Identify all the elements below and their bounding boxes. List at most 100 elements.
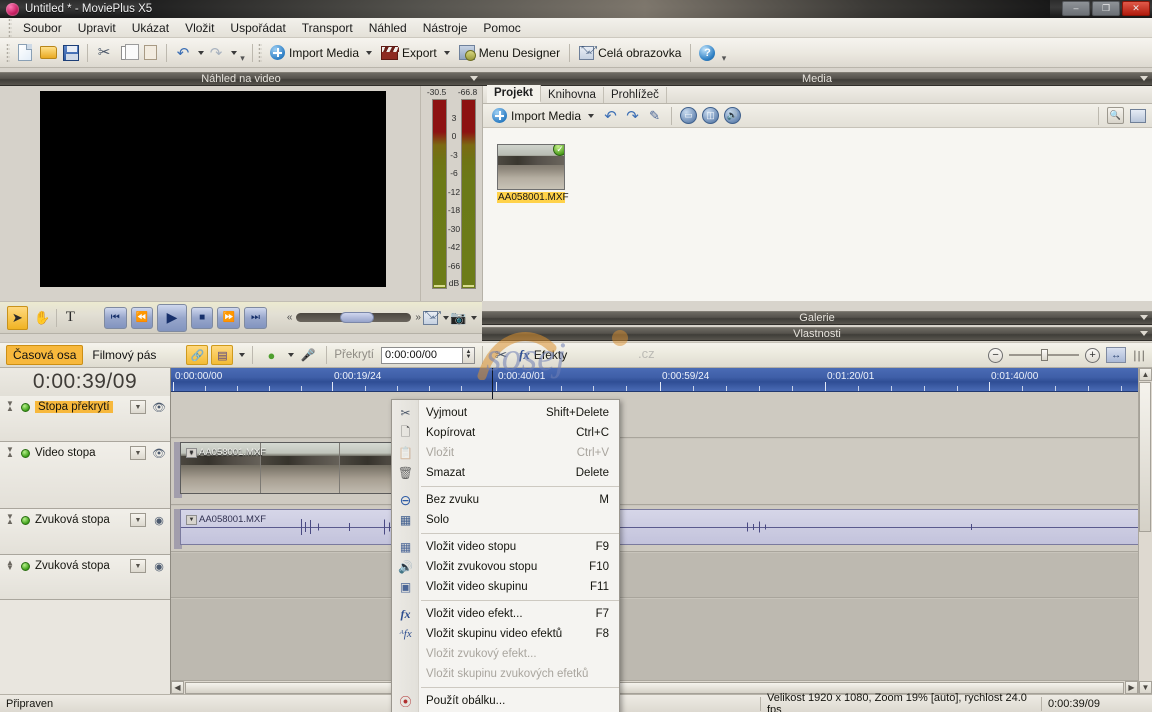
step-back-button[interactable]: ⏪	[130, 306, 154, 329]
skip-to-end-button[interactable]: ⏭	[244, 306, 267, 329]
media-search-button[interactable]: 🔍	[1106, 106, 1125, 125]
track-record-led-icon[interactable]	[21, 515, 30, 525]
menu-transport[interactable]: Transport	[294, 19, 361, 37]
undo-button[interactable]: ↶	[172, 42, 194, 64]
expand-track-icon[interactable]: ▲ ▼	[4, 559, 16, 572]
menu-nastroje[interactable]: Nástroje	[415, 19, 476, 37]
snapshot-dropdown-icon[interactable]	[470, 315, 477, 320]
context-item-kopirovat[interactable]: 🗋 Kopírovat Ctrl+C	[392, 423, 619, 443]
timeline-body[interactable]: 0:00:00/00 0:00:19/24 0:00:40/01 0:00:59…	[171, 368, 1138, 694]
clip-menu-icon[interactable]: ▼	[186, 514, 197, 525]
tab-projekt[interactable]: Projekt	[487, 85, 541, 103]
timeline-ruler[interactable]: 0:00:00/00 0:00:19/24 0:00:40/01 0:00:59…	[171, 368, 1138, 392]
chevron-down-icon[interactable]: ▼	[130, 559, 146, 573]
tab-prohlizec[interactable]: Prohlížeč	[604, 87, 667, 103]
context-item-smazat[interactable]: 🗑 Smazat Delete	[392, 463, 619, 483]
track-record-led-icon[interactable]	[21, 402, 30, 412]
toolbar-overflow-2[interactable]: ▾	[719, 42, 728, 64]
paste-button[interactable]	[139, 42, 161, 64]
preview-panel-menu-icon[interactable]	[470, 76, 478, 81]
voiceover-button[interactable]: 🎤	[297, 344, 319, 366]
galerie-panel-menu-icon[interactable]	[1140, 315, 1148, 320]
shuttle-track[interactable]	[296, 312, 412, 323]
eye-icon[interactable]: 👁	[151, 400, 167, 414]
scroll-right-icon[interactable]: ▶	[1125, 681, 1138, 694]
crossfade-spinner[interactable]: 0:00:00/00 ▲ ▼	[381, 346, 476, 364]
video-preview-canvas[interactable]	[40, 91, 386, 287]
crossfade-input[interactable]: 0:00:00/00	[381, 346, 464, 364]
context-item-solo[interactable]: ▦ Solo	[392, 510, 619, 530]
select-tool-button[interactable]: ➤	[6, 305, 28, 330]
timeline-vertical-scrollbar[interactable]: ▲ ▼	[1138, 368, 1152, 694]
zoom-in-button[interactable]: +	[1085, 347, 1101, 363]
timeline-context-menu[interactable]: ✂ Vyjmout Shift+Delete 🗋 Kopírovat Ctrl+…	[391, 399, 620, 712]
timeline-zoom-slider[interactable]	[1009, 349, 1080, 361]
effects-button[interactable]: fx Efekty	[515, 345, 571, 365]
track-name-video[interactable]: Video stopa	[35, 447, 96, 459]
add-audio-button[interactable]: 🔊	[723, 106, 742, 125]
menu-ukazat[interactable]: Ukázat	[124, 19, 177, 37]
scroll-left-icon[interactable]: ◀	[171, 681, 184, 694]
copy-button[interactable]	[116, 42, 139, 64]
eye-icon[interactable]: 👁	[151, 446, 167, 460]
menu-upravit[interactable]: Upravit	[70, 19, 124, 37]
menu-vlozit[interactable]: Vložit	[177, 19, 222, 37]
track-name-audio-2[interactable]: Zvuková stopa	[35, 560, 110, 572]
track-header-audio-1[interactable]: ▼ ▲ Zvuková stopa ▼ ◉	[0, 509, 170, 555]
track-name-audio-1[interactable]: Zvuková stopa	[35, 514, 110, 526]
context-item-vlozit-video-stopu[interactable]: ▦ Vložit video stopu F9	[392, 537, 619, 557]
export-button[interactable]: Export	[377, 44, 454, 62]
media-edit-button[interactable]: ✎	[645, 106, 664, 125]
media-panel-menu-icon[interactable]	[1140, 76, 1148, 81]
chevron-down-icon[interactable]: ▼	[130, 513, 146, 527]
track-header-audio-2[interactable]: ▲ ▼ Zvuková stopa ▼ ◉	[0, 555, 170, 600]
media-import-dropdown-icon[interactable]	[588, 113, 595, 118]
menubar-grip[interactable]	[8, 17, 12, 38]
track-header-video[interactable]: ▼ ▲ Video stopa ▼ 👁	[0, 442, 170, 509]
undo-dropdown-icon[interactable]	[198, 50, 204, 55]
play-button[interactable]: ▶	[157, 303, 187, 332]
context-item-vyjmout[interactable]: ✂ Vyjmout Shift+Delete	[392, 403, 619, 423]
timeline-clip-audio[interactable]: ▼ AA058001.MXF	[180, 509, 1138, 545]
scroll-down-icon[interactable]: ▼	[1139, 681, 1152, 694]
redo-button[interactable]: ↷	[205, 42, 227, 64]
context-item-vlozit-skupinu-video-efektu[interactable]: ᴬfx Vložit skupinu video efektů F8	[392, 624, 619, 644]
import-media-button[interactable]: Import Media	[266, 43, 376, 62]
crossfade-stepper[interactable]: ▲ ▼	[463, 346, 476, 364]
context-item-bez-zvuku[interactable]: ⊖ Bez zvuku M	[392, 490, 619, 510]
step-forward-button[interactable]: ⏩	[217, 306, 241, 329]
media-grid-view-button[interactable]	[1128, 106, 1147, 125]
link-av-toggle[interactable]: 🔗	[186, 345, 209, 365]
chevron-down-icon[interactable]: ▼	[130, 400, 146, 414]
galerie-panel-header[interactable]: Galerie	[482, 311, 1152, 325]
collapse-track-icon[interactable]: ▼ ▲	[4, 400, 16, 413]
timeline-lane-overlay[interactable]	[171, 392, 1138, 438]
ripple-dropdown-icon[interactable]	[239, 353, 246, 357]
stepper-down-icon[interactable]: ▼	[466, 354, 472, 360]
context-item-pouzit-obalku[interactable]: ⦿ Použít obálku...	[392, 691, 619, 711]
toolbar-grip-2[interactable]	[258, 42, 262, 63]
export-dropdown-icon[interactable]	[443, 50, 450, 55]
redo-dropdown-icon[interactable]	[231, 50, 237, 55]
clip-menu-icon[interactable]: ▼	[186, 447, 197, 458]
tab-timeline[interactable]: Časová osa	[6, 345, 84, 365]
vlastnosti-panel-header[interactable]: Vlastnosti	[482, 327, 1152, 341]
context-item-vlozit-zvukovou-stopu[interactable]: 🔊 Vložit zvukovou stopu F10	[392, 557, 619, 577]
tab-storyboard[interactable]: Filmový pás	[86, 346, 162, 364]
ripple-edit-toggle[interactable]: ▤	[211, 345, 234, 365]
media-redo-button[interactable]: ↷	[623, 106, 642, 125]
cut-button[interactable]: ✂	[93, 42, 115, 64]
open-button[interactable]	[37, 42, 59, 64]
timeline-vscroll-thumb[interactable]	[1139, 382, 1151, 532]
media-import-button[interactable]: Import Media	[488, 106, 598, 125]
vlastnosti-panel-menu-icon[interactable]	[1140, 331, 1148, 336]
skip-to-start-button[interactable]: ⏮	[103, 306, 127, 329]
menu-designer-button[interactable]: Menu Designer	[455, 43, 564, 62]
new-button[interactable]	[14, 42, 36, 64]
media-item[interactable]: ✓ AA058001.MXF	[497, 144, 569, 203]
context-item-vlozit-video-efekt[interactable]: fx Vložit video efekt... F7	[392, 604, 619, 624]
close-button[interactable]: ✕	[1122, 1, 1150, 16]
pan-tool-button[interactable]: ✋	[33, 307, 52, 329]
timeline-lane-audio-2[interactable]	[171, 553, 1138, 598]
toolbar-overflow-1[interactable]: ▾	[238, 42, 247, 64]
